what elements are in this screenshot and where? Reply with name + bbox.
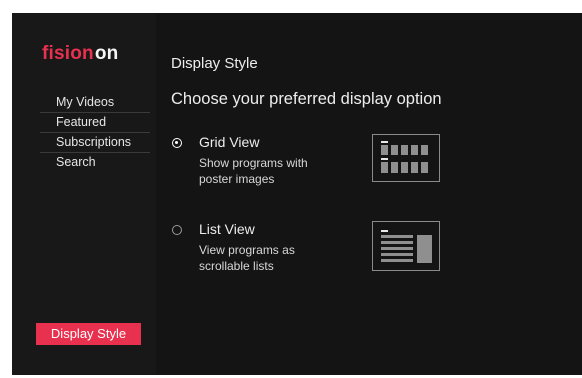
logo-text-fision: fision [42, 43, 94, 64]
sidebar-item-featured[interactable]: Featured [40, 113, 150, 133]
sidebar: fisionon My Videos Featured Subscription… [12, 13, 156, 375]
list-layout-icon [381, 230, 432, 263]
grid-view-title: Grid View [199, 134, 260, 150]
sidebar-item-display-style[interactable]: Display Style [36, 323, 141, 345]
fision-logo: fisionon [42, 43, 119, 65]
list-view-title: List View [199, 221, 255, 237]
page-subtitle: Choose your preferred display option [171, 90, 442, 108]
grid-view-option[interactable]: Grid View Show programs with poster imag… [172, 134, 440, 214]
sidebar-item-search[interactable]: Search [40, 153, 150, 172]
list-view-option[interactable]: List View View programs as scrollable li… [172, 221, 440, 301]
sidebar-item-my-videos[interactable]: My Videos [40, 93, 150, 113]
logo-text-on: on [94, 43, 119, 64]
list-view-radio[interactable] [172, 225, 182, 235]
grid-layout-icon [381, 141, 428, 173]
main-content: Display Style Choose your preferred disp… [156, 13, 582, 375]
list-view-description: View programs as scrollable lists [199, 243, 295, 273]
grid-view-radio[interactable] [172, 138, 182, 148]
grid-view-preview-icon [372, 134, 440, 182]
sidebar-item-subscriptions[interactable]: Subscriptions [40, 133, 150, 153]
app-frame: fisionon My Videos Featured Subscription… [12, 13, 582, 375]
grid-view-description: Show programs with poster images [199, 156, 308, 186]
sidebar-nav: My Videos Featured Subscriptions Search [40, 93, 150, 172]
list-view-preview-icon [372, 221, 440, 271]
page-title: Display Style [171, 55, 258, 72]
